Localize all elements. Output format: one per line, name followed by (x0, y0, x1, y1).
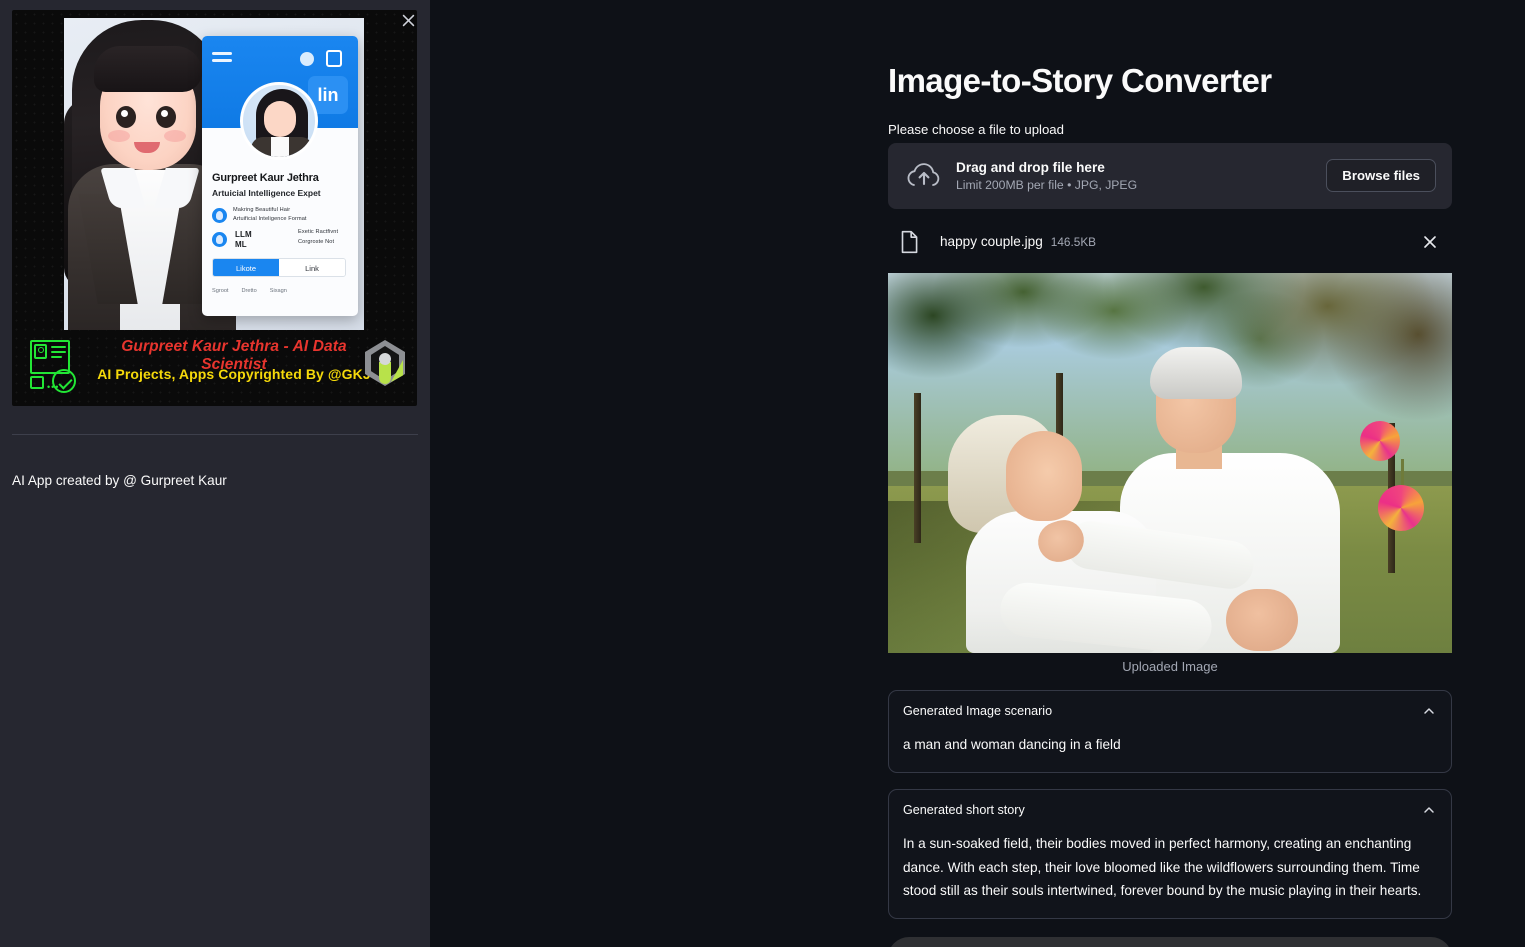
expander-generated-image-scenario: Generated Image scenario a man and woman… (888, 689, 1452, 774)
profile-card-bullet-icon-1 (212, 208, 227, 223)
banner-footer: ••• Gurpreet Kaur Jethra - AI Data Scien… (12, 328, 417, 406)
chevron-up-icon[interactable] (1421, 802, 1437, 818)
expander-generated-short-story: Generated short story In a sun-soaked fi… (888, 789, 1452, 920)
profile-card-footer-link: Sgroot (212, 288, 229, 294)
page-title: Image-to-Story Converter (888, 62, 1272, 99)
hamburger-menu-icon (212, 52, 232, 66)
uploaded-image (888, 272, 1452, 653)
audio-player[interactable]: 0:17 / 0:17 (888, 937, 1452, 947)
profile-card-avatar (240, 82, 318, 160)
uploaded-file-size: 146.5KB (1050, 234, 1097, 249)
profile-card-buttons: Likote Link (212, 258, 346, 277)
browse-files-button[interactable]: Browse files (1326, 159, 1436, 193)
figure-eye-right (156, 106, 176, 128)
remove-file-icon[interactable] (1420, 232, 1440, 252)
expander-body: a man and woman dancing in a field (903, 736, 1121, 752)
sidebar-close-icon[interactable] (394, 6, 422, 34)
expander-body: In a sun-soaked field, their bodies move… (903, 836, 1422, 899)
dropzone-text: Drag and drop file here Limit 200MB per … (956, 160, 1326, 192)
camera-icon (300, 52, 314, 66)
uploader-label: Please choose a file to upload (888, 121, 1064, 137)
edit-icon (326, 50, 342, 67)
sidebar: lin Gurpreet Kaur Jethra Artuicial Intel… (0, 0, 430, 947)
uploaded-file-name: happy couple.jpg (940, 234, 1043, 250)
main-content: Image-to-Story Converter Please choose a… (430, 0, 1525, 947)
expander-title: Generated short story (903, 803, 1025, 818)
sidebar-divider (12, 434, 418, 435)
file-document-icon (896, 229, 922, 255)
profile-card-line-5: Exetic Ractfivnt (298, 229, 339, 235)
profile-card-line-4: ML (235, 240, 247, 249)
dropzone-title: Drag and drop file here (956, 159, 1105, 175)
expander-header[interactable]: Generated Image scenario (903, 703, 1437, 719)
uploaded-image-caption: Uploaded Image (1122, 658, 1218, 674)
figure-blush-right (164, 130, 186, 142)
sidebar-banner-image: lin Gurpreet Kaur Jethra Artuicial Intel… (12, 10, 417, 406)
profile-card-role: Artuicial Intelligence Expet (212, 188, 321, 198)
figure-bangs (94, 46, 202, 92)
profile-card-secondary-button: Link (279, 259, 345, 276)
profile-card-name: Gurpreet Kaur Jethra (212, 172, 319, 184)
profile-card-footer-link: Sixagn (269, 288, 287, 294)
profile-card-line-2: Artuificial Inteligence Format (233, 216, 307, 222)
dropzone-limit: Limit 200MB per file • JPG, JPEG (956, 177, 1138, 192)
figure-eye-left (116, 106, 136, 128)
profile-card-primary-button: Likote (213, 259, 279, 276)
profile-card-footer-link: Dretto (241, 288, 257, 294)
banner-illustration: lin Gurpreet Kaur Jethra Artuicial Intel… (64, 18, 364, 330)
profile-card-line-6: Corgroste Not (298, 239, 335, 245)
profile-card-bullet-icon-2 (212, 232, 227, 247)
banner-subtitle: AI Projects, Apps Copyrighted By @GKJ (97, 366, 371, 382)
chevron-up-icon[interactable] (1421, 703, 1437, 719)
sidebar-credit-text: AI App created by @ Gurpreet Kaur (12, 473, 227, 488)
figure-blush-left (108, 130, 130, 142)
file-uploader-dropzone[interactable]: Drag and drop file here Limit 200MB per … (888, 142, 1452, 209)
uploaded-file-row: happy couple.jpg 146.5KB (888, 221, 1452, 263)
profile-card-footer-links: Sgroot Dretto Sixagn (212, 288, 352, 294)
profile-card: lin Gurpreet Kaur Jethra Artuicial Intel… (202, 36, 358, 316)
brand-logo-icon (365, 340, 405, 386)
expander-title: Generated Image scenario (903, 703, 1053, 718)
cloud-upload-icon (904, 160, 944, 192)
expander-header[interactable]: Generated short story (903, 802, 1437, 818)
profile-card-line-1: Makring Beautiful Hair (233, 207, 291, 213)
id-card-verified-icon: ••• (28, 340, 84, 394)
profile-card-line-3: LLM (235, 230, 252, 239)
